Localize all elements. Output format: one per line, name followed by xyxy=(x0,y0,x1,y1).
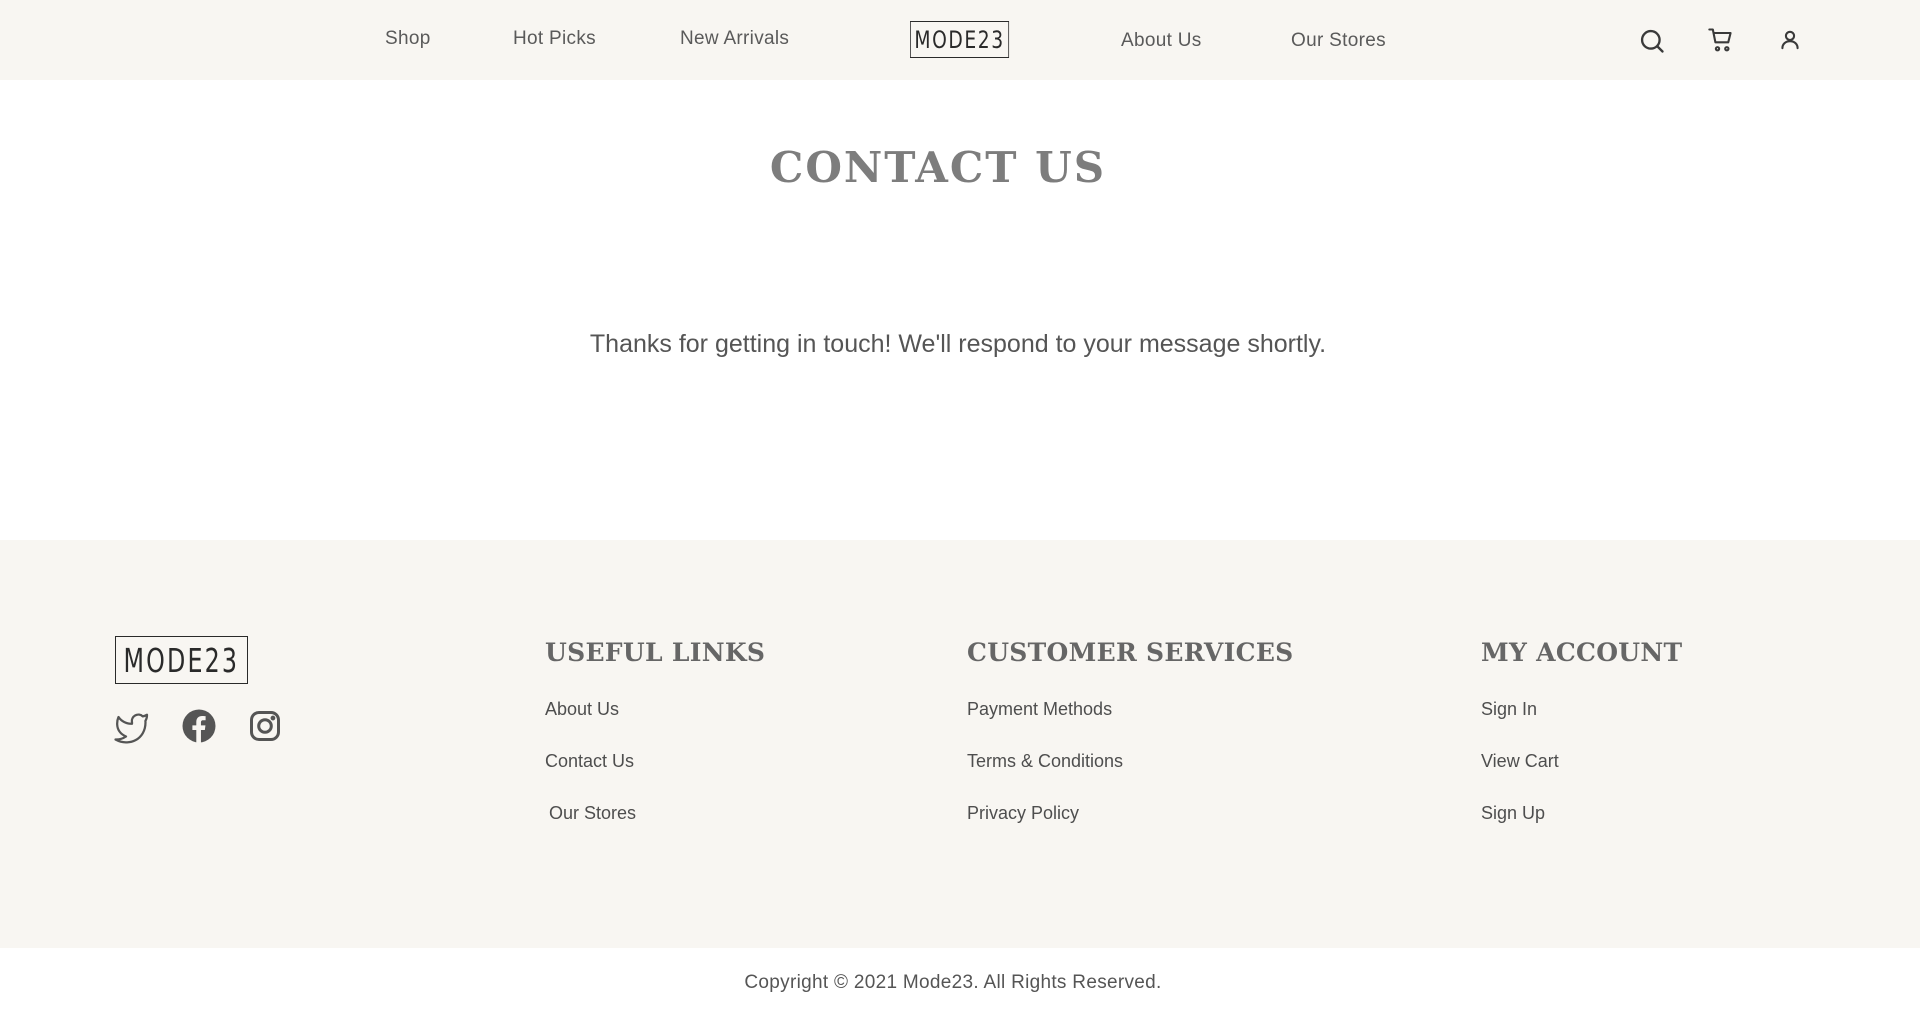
facebook-icon[interactable] xyxy=(181,708,217,744)
footer-link-terms[interactable]: Terms & Conditions xyxy=(967,751,1123,772)
footer-logo[interactable]: MODE23 xyxy=(115,636,248,684)
user-icon[interactable] xyxy=(1776,26,1804,54)
footer-link-sign-in[interactable]: Sign In xyxy=(1481,699,1537,720)
footer-link-about-us[interactable]: About Us xyxy=(545,699,619,720)
nav-our-stores[interactable]: Our Stores xyxy=(1291,30,1386,52)
copyright-text: Copyright © 2021 Mode23. All Rights Rese… xyxy=(744,972,1162,993)
site-footer: MODE23 USEFUL LINKS About Us Contact Us … xyxy=(0,540,1920,948)
confirmation-message: Thanks for getting in touch! We'll respo… xyxy=(589,330,1327,358)
nav-about-us[interactable]: About Us xyxy=(1121,30,1202,52)
footer-link-view-cart[interactable]: View Cart xyxy=(1481,751,1559,772)
footer-link-our-stores[interactable]: Our Stores xyxy=(549,803,636,824)
site-header: Shop Hot Picks New Arrivals MODE23 About… xyxy=(0,0,1920,80)
footer-link-payment-methods[interactable]: Payment Methods xyxy=(967,699,1112,720)
nav-shop[interactable]: Shop xyxy=(385,28,431,50)
nav-hot-picks[interactable]: Hot Picks xyxy=(513,28,596,50)
my-account-title: MY ACCOUNT xyxy=(1481,638,1683,667)
footer-link-contact-us[interactable]: Contact Us xyxy=(545,751,634,772)
header-logo[interactable]: MODE23 xyxy=(910,21,1010,58)
useful-links-title: USEFUL LINKS xyxy=(545,638,766,667)
instagram-icon[interactable] xyxy=(247,708,283,744)
search-icon[interactable] xyxy=(1638,27,1666,55)
header-logo-text: MODE23 xyxy=(914,25,1005,54)
customer-services-title: CUSTOMER SERVICES xyxy=(967,638,1294,667)
nav-new-arrivals[interactable]: New Arrivals xyxy=(680,28,789,50)
footer-link-privacy-policy[interactable]: Privacy Policy xyxy=(967,803,1079,824)
twitter-icon[interactable] xyxy=(114,708,150,744)
footer-link-sign-up[interactable]: Sign Up xyxy=(1481,803,1545,824)
footer-logo-text: MODE23 xyxy=(123,640,240,680)
cart-icon[interactable] xyxy=(1707,26,1735,54)
page-title: CONTACT US xyxy=(769,143,1107,192)
